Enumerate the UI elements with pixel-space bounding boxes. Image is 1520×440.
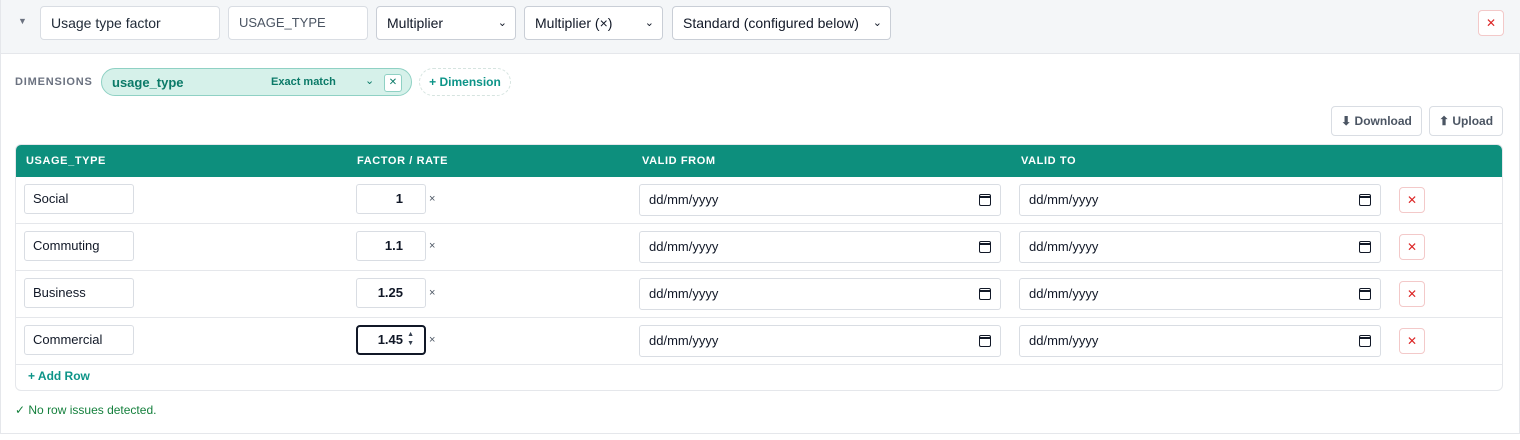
multiplier-symbol: ×: [429, 193, 436, 205]
remove-factor-button[interactable]: ✕: [1478, 10, 1504, 36]
close-icon: ✕: [1406, 287, 1418, 301]
table-row: Commercial 1.45 ▲ ▼ × dd/mm/yyyy dd/mm/yy…: [16, 318, 1502, 365]
close-icon: ✕: [1406, 240, 1418, 254]
table-row: Commuting 1.1 × dd/mm/yyyy dd/mm/yyyy ✕: [16, 224, 1502, 271]
valid-to-input[interactable]: dd/mm/yyyy: [1019, 184, 1381, 216]
collapse-triangle-icon[interactable]: ▼: [18, 16, 27, 26]
factor-input[interactable]: 1.45 ▲ ▼: [356, 325, 426, 355]
column-header-factor: FACTOR / RATE: [357, 155, 449, 167]
close-icon: ✕: [1406, 334, 1418, 348]
column-header-valid-to: VALID TO: [1021, 155, 1077, 167]
valid-from-placeholder: dd/mm/yyyy: [649, 286, 719, 301]
multiplier-symbol: ×: [429, 240, 436, 252]
valid-from-input[interactable]: dd/mm/yyyy: [639, 325, 1001, 357]
factor-input[interactable]: 1.1: [356, 231, 426, 261]
factor-input[interactable]: 1: [356, 184, 426, 214]
usage-type-input[interactable]: Business: [24, 278, 134, 308]
factor-card: ▼ Usage type factor USAGE_TYPE Multiplie…: [0, 0, 1520, 434]
calendar-icon[interactable]: [979, 335, 991, 347]
valid-from-input[interactable]: dd/mm/yyyy: [639, 184, 1001, 216]
calendar-icon[interactable]: [1359, 194, 1371, 206]
usage-type-input[interactable]: Commercial: [24, 325, 134, 355]
valid-to-placeholder: dd/mm/yyyy: [1029, 192, 1099, 207]
usage-type-input[interactable]: Social: [24, 184, 134, 214]
calendar-icon[interactable]: [979, 194, 991, 206]
calendar-icon[interactable]: [979, 288, 991, 300]
factor-config-select[interactable]: Standard (configured below) ⌄: [672, 6, 891, 40]
valid-to-placeholder: dd/mm/yyyy: [1029, 333, 1099, 348]
add-row-button[interactable]: + Add Row: [28, 369, 90, 383]
table-header: USAGE_TYPE FACTOR / RATE VALID FROM VALI…: [16, 145, 1502, 177]
valid-to-input[interactable]: dd/mm/yyyy: [1019, 325, 1381, 357]
valid-from-placeholder: dd/mm/yyyy: [649, 192, 719, 207]
dimension-match-select[interactable]: Exact match: [271, 76, 336, 88]
delete-row-button[interactable]: ✕: [1399, 234, 1425, 260]
add-dimension-button[interactable]: + Dimension: [419, 68, 511, 96]
rates-table: USAGE_TYPE FACTOR / RATE VALID FROM VALI…: [15, 144, 1503, 391]
close-icon: ✕: [1485, 16, 1497, 30]
column-header-usage-type: USAGE_TYPE: [26, 155, 106, 167]
dimension-name: usage_type: [112, 75, 184, 90]
factor-mode-value: Multiplier (×): [535, 15, 613, 31]
valid-to-placeholder: dd/mm/yyyy: [1029, 239, 1099, 254]
multiplier-symbol: ×: [429, 287, 436, 299]
factor-type-value: Multiplier: [387, 15, 444, 31]
valid-from-input[interactable]: dd/mm/yyyy: [639, 278, 1001, 310]
factor-key-input[interactable]: USAGE_TYPE: [228, 6, 368, 40]
valid-from-input[interactable]: dd/mm/yyyy: [639, 231, 1001, 263]
calendar-icon[interactable]: [1359, 241, 1371, 253]
valid-from-placeholder: dd/mm/yyyy: [649, 239, 719, 254]
factor-config-value: Standard (configured below): [683, 15, 859, 31]
valid-from-placeholder: dd/mm/yyyy: [649, 333, 719, 348]
factor-value: 1.45: [377, 332, 403, 347]
dimensions-label: DIMENSIONS: [15, 76, 93, 88]
factor-name-input[interactable]: Usage type factor: [40, 6, 220, 40]
valid-to-input[interactable]: dd/mm/yyyy: [1019, 231, 1381, 263]
factor-type-select[interactable]: Multiplier ⌄: [376, 6, 516, 40]
delete-row-button[interactable]: ✕: [1399, 281, 1425, 307]
valid-to-placeholder: dd/mm/yyyy: [1029, 286, 1099, 301]
factor-input[interactable]: 1.25: [356, 278, 426, 308]
chevron-down-icon: ⌄: [872, 17, 882, 29]
delete-row-button[interactable]: ✕: [1399, 328, 1425, 354]
factor-mode-select[interactable]: Multiplier (×) ⌄: [524, 6, 663, 40]
chevron-down-icon: ⌄: [644, 17, 654, 29]
table-row: Social 1 × dd/mm/yyyy dd/mm/yyyy ✕: [16, 177, 1502, 224]
calendar-icon[interactable]: [979, 241, 991, 253]
column-header-valid-from: VALID FROM: [642, 155, 716, 167]
number-spinner-icon[interactable]: ▲ ▼: [407, 330, 414, 348]
usage-type-input[interactable]: Commuting: [24, 231, 134, 261]
calendar-icon[interactable]: [1359, 335, 1371, 347]
valid-to-input[interactable]: dd/mm/yyyy: [1019, 278, 1381, 310]
remove-dimension-button[interactable]: ✕: [384, 74, 402, 92]
dimension-chip[interactable]: usage_type Exact match ⌄ ✕: [101, 68, 412, 96]
chevron-down-icon: ⌄: [497, 17, 507, 29]
upload-button[interactable]: ⬆ Upload: [1429, 106, 1503, 136]
validation-status: ✓ No row issues detected.: [15, 403, 157, 417]
chevron-down-icon[interactable]: ⌄: [365, 74, 374, 87]
factor-header: ▼ Usage type factor USAGE_TYPE Multiplie…: [1, 0, 1520, 54]
table-row: Business 1.25 × dd/mm/yyyy dd/mm/yyyy ✕: [16, 271, 1502, 318]
delete-row-button[interactable]: ✕: [1399, 187, 1425, 213]
multiplier-symbol: ×: [429, 334, 436, 346]
close-icon: ✕: [388, 77, 398, 88]
calendar-icon[interactable]: [1359, 288, 1371, 300]
close-icon: ✕: [1406, 193, 1418, 207]
download-button[interactable]: ⬇ Download: [1331, 106, 1422, 136]
